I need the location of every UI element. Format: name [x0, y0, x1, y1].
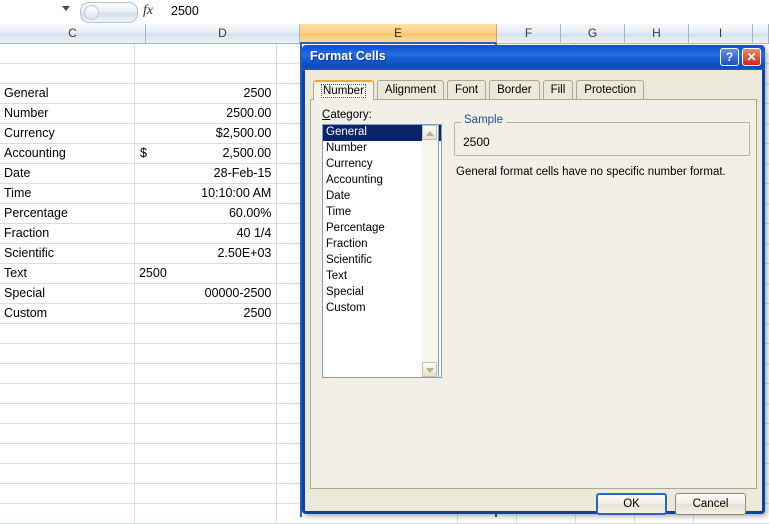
cell-d3[interactable]: 2500 — [135, 84, 277, 104]
cell-c13[interactable]: Special — [0, 284, 135, 304]
cell-d14[interactable]: 2500 — [135, 304, 277, 324]
cell-d16[interactable] — [135, 344, 277, 364]
cell-c15[interactable] — [0, 324, 135, 344]
tab-fill[interactable]: Fill — [543, 80, 574, 100]
sample-legend: Sample — [461, 114, 506, 126]
column-header-c[interactable]: C — [0, 24, 146, 44]
cell-c5[interactable]: Currency — [0, 124, 135, 144]
cell-c17[interactable] — [0, 364, 135, 384]
dialog-tab-bar: Number AlignmentFontBorderFillProtection — [313, 80, 647, 100]
cell-c18[interactable] — [0, 384, 135, 404]
dialog-title: Format Cells — [310, 49, 386, 63]
cell-d9[interactable]: 60.00% — [135, 204, 277, 224]
cell-d19[interactable] — [135, 404, 277, 424]
dialog-titlebar[interactable]: Format Cells ? ✕ — [302, 45, 765, 70]
cell-d20[interactable] — [135, 424, 277, 444]
close-icon[interactable]: ✕ — [742, 48, 761, 66]
cell-d21[interactable] — [135, 444, 277, 464]
cell-d10[interactable]: 40 1/4 — [135, 224, 277, 244]
formula-input[interactable]: 2500 — [168, 0, 769, 23]
tab-protection[interactable]: Protection — [576, 80, 644, 100]
tab-label: Number — [321, 84, 366, 98]
column-header-h[interactable]: H — [625, 24, 689, 44]
cell-c1[interactable] — [0, 44, 135, 64]
cell-d2[interactable] — [135, 64, 277, 84]
column-header-g[interactable]: G — [561, 24, 625, 44]
cell-c10[interactable]: Fraction — [0, 224, 135, 244]
name-box[interactable] — [0, 0, 60, 24]
cell-d8[interactable]: 10:10:00 AM — [135, 184, 277, 204]
column-header-i[interactable]: I — [689, 24, 753, 44]
cell-c11[interactable]: Scientific — [0, 244, 135, 264]
cell-c8[interactable]: Time — [0, 184, 135, 204]
cell-c23[interactable] — [0, 484, 135, 504]
cell-d6[interactable]: $2,500.00 — [135, 144, 277, 164]
tab-alignment[interactable]: Alignment — [377, 80, 444, 100]
cell-c24[interactable] — [0, 504, 135, 524]
cell-c7[interactable]: Date — [0, 164, 135, 184]
cell-d5[interactable]: $2,500.00 — [135, 124, 277, 144]
cell-c20[interactable] — [0, 424, 135, 444]
accounting-amount: 2,500.00 — [222, 144, 271, 163]
cell-c19[interactable] — [0, 404, 135, 424]
cell-c14[interactable]: Custom — [0, 304, 135, 324]
cancel-enter-icon[interactable] — [84, 5, 99, 20]
cell-d7[interactable]: 28-Feb-15 — [135, 164, 277, 184]
scroll-up-icon[interactable] — [422, 125, 437, 140]
cell-c16[interactable] — [0, 344, 135, 364]
formula-bar: fx 2500 — [0, 0, 769, 25]
format-cells-dialog: Format Cells ? ✕ Number AlignmentFontBord… — [302, 48, 765, 514]
cell-d11[interactable]: 2.50E+03 — [135, 244, 277, 264]
name-box-dropdown-arrow-icon[interactable] — [62, 6, 70, 11]
cancel-button[interactable]: Cancel — [675, 493, 746, 515]
cell-c9[interactable]: Percentage — [0, 204, 135, 224]
sample-groupbox — [454, 122, 750, 156]
tab-number[interactable]: Number — [313, 80, 374, 100]
cell-d17[interactable] — [135, 364, 277, 384]
insert-function-icon[interactable]: fx — [143, 3, 153, 19]
column-header-f[interactable]: F — [497, 24, 561, 44]
cell-d23[interactable] — [135, 484, 277, 504]
cell-c21[interactable] — [0, 444, 135, 464]
column-header-e[interactable]: E — [300, 24, 497, 44]
accounting-currency-symbol: $ — [140, 144, 147, 163]
cell-d15[interactable] — [135, 324, 277, 344]
cell-c12[interactable]: Text — [0, 264, 135, 284]
cell-c3[interactable]: General — [0, 84, 135, 104]
ok-button[interactable]: OK — [596, 493, 667, 515]
cell-d1[interactable] — [135, 44, 277, 64]
cell-d4[interactable]: 2500.00 — [135, 104, 277, 124]
sample-value: 2500 — [463, 135, 490, 149]
cell-d18[interactable] — [135, 384, 277, 404]
help-icon[interactable]: ? — [720, 48, 739, 66]
column-header-d[interactable]: D — [146, 24, 300, 44]
column-header-row: CDEFGHI — [0, 24, 769, 44]
scroll-down-icon[interactable] — [422, 362, 437, 377]
cell-c4[interactable]: Number — [0, 104, 135, 124]
tab-border[interactable]: Border — [489, 80, 540, 100]
column-header-partial — [753, 24, 769, 44]
category-scrollbar[interactable] — [422, 124, 439, 378]
cell-c2[interactable] — [0, 64, 135, 84]
cell-c6[interactable]: Accounting — [0, 144, 135, 164]
cell-d12[interactable]: 2500 — [135, 264, 277, 284]
cell-c22[interactable] — [0, 464, 135, 484]
cell-d22[interactable] — [135, 464, 277, 484]
cell-d24[interactable] — [135, 504, 277, 524]
cell-d13[interactable]: 00000-2500 — [135, 284, 277, 304]
category-label: Category: — [322, 109, 372, 121]
format-description: General format cells have no specific nu… — [456, 165, 751, 180]
number-tab-panel: Category: GeneralNumberCurrencyAccountin… — [310, 99, 757, 489]
tab-font[interactable]: Font — [447, 80, 486, 100]
